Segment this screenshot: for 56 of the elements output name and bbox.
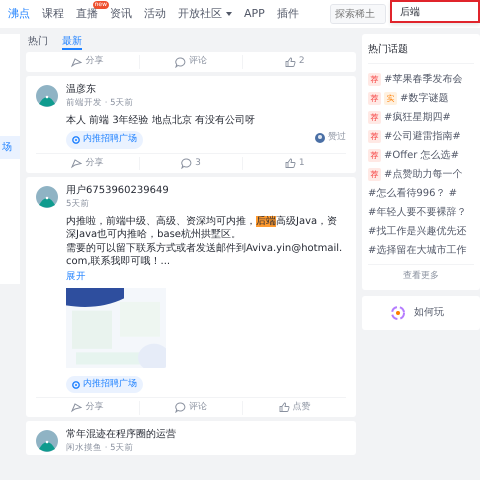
topic-link[interactable]: #数字谜题 [400, 91, 448, 106]
topic-badge: 荐 [368, 73, 381, 86]
nav-link[interactable]: 课程 [42, 6, 64, 22]
avatar-icon [36, 84, 58, 107]
topic-link[interactable]: #Offer 怎么选# [384, 148, 459, 163]
topic-link[interactable]: #疯狂星期四# [384, 110, 451, 125]
nav-link[interactable]: APP [244, 6, 265, 22]
post-meta: 闲水摸鱼 · 5天前 [66, 442, 135, 455]
post-meta: 5天前 [66, 198, 90, 210]
topic-link[interactable]: #找工作是兴趣优先还 [368, 224, 466, 239]
nav-link[interactable]: 开放社区 [178, 6, 222, 22]
nav-link[interactable]: 插件 [276, 6, 299, 22]
topic-link[interactable]: #公司避雷指南# [384, 129, 461, 144]
nav-link[interactable]: 沸点 [8, 6, 30, 22]
target-icon [72, 380, 80, 388]
post-text: 内推啦，前端中级、高级、资深均可内推，后端高级Java，资深Java也可内推哈，base杭州拱墅区。 [66, 214, 338, 242]
ring-icon [390, 304, 406, 320]
avatar-icon [315, 133, 325, 143]
liked-by-label: 赞过 [328, 131, 346, 144]
nav-link[interactable]: 活动 [144, 6, 166, 22]
post-text: 需要的可以留下联系方式或者发送邮件到Aviva.yin@hotmail.com,联系我即可哦！... [66, 242, 344, 268]
avatar-icon [36, 430, 58, 452]
share-icon [71, 402, 82, 414]
like-icon [284, 56, 296, 68]
author-name[interactable]: 常年混迹在程序圈的运营 [66, 427, 176, 442]
topic-badge: 荐 [368, 168, 381, 181]
comment-icon [175, 402, 186, 414]
topic-link[interactable]: #点赞助力每一个 [384, 167, 462, 182]
topic-link[interactable]: #年轻人要不要裸辞？ [368, 205, 466, 220]
comment-icon [181, 158, 192, 169]
promo-text[interactable]: 如何玩 [414, 305, 444, 320]
topic-badge: 荐 [368, 92, 381, 105]
share-icon [71, 56, 82, 68]
post-text: 本人 前端 3年经验 地点北京 有没有公司呀 [66, 114, 256, 128]
topic-link[interactable]: #选择留在大城市工作 [368, 243, 466, 258]
avatar-icon [36, 186, 58, 208]
topic-link[interactable]: #怎么看待996？ # [368, 186, 458, 201]
like-icon [284, 158, 296, 169]
topic-badge: 荐 [368, 149, 381, 162]
nav-link[interactable]: 资讯 [110, 6, 132, 22]
topic-badge: 荐 [368, 130, 381, 143]
suggestion-item[interactable]: 后端 [400, 5, 470, 20]
post-meta: 前端开发 · 5天前 [66, 97, 134, 110]
share-icon [71, 158, 82, 169]
topic-link[interactable]: #苹果春季发布会 [384, 72, 462, 87]
comment-icon [175, 56, 186, 68]
topic-badge: 荐 [368, 111, 381, 124]
expand-link[interactable]: 展开 [66, 270, 86, 284]
author-name[interactable]: 用户6753960239649 [66, 182, 169, 198]
search-field[interactable]: 探索稀土 [330, 4, 386, 24]
target-icon [72, 136, 80, 144]
like-icon [278, 402, 290, 414]
card-title: 热门话题 [368, 34, 474, 64]
author-name[interactable]: 温彦东 [66, 82, 134, 97]
topic-badge: 实 [384, 92, 397, 105]
feed-tab[interactable]: 热门 [28, 34, 48, 50]
